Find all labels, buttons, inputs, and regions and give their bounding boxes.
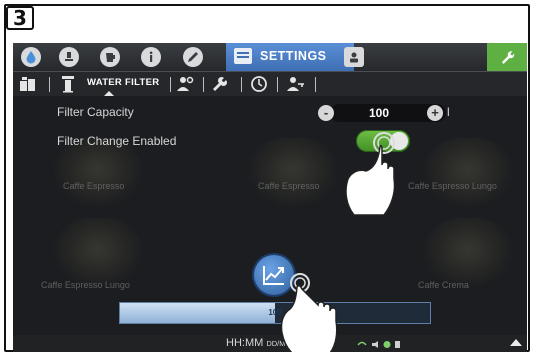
filter-capacity-label: Filter Capacity	[57, 105, 134, 119]
status-icons	[357, 341, 400, 348]
hand-pointer-icon	[345, 132, 396, 216]
bg-beverage-tile	[248, 138, 338, 208]
tab-water-filter[interactable]: WATER FILTER	[87, 77, 159, 88]
user-settings-icon[interactable]	[176, 75, 194, 93]
filter-capacity-value: 100	[369, 106, 390, 120]
containers-icon[interactable]	[19, 75, 37, 93]
bg-beverage-label: Caffe Espresso	[63, 181, 125, 191]
bg-beverage-label: Caffe Espresso Lungo	[41, 280, 130, 290]
bg-beverage-label: Caffe Espresso	[258, 181, 320, 191]
wifi-icon	[357, 341, 367, 346]
filter-capacity-unit: l	[447, 105, 450, 119]
bg-beverage-label: Caffe Espresso Lungo	[408, 181, 497, 191]
status-ok-icon	[383, 341, 391, 348]
water-drop-icon[interactable]	[21, 47, 41, 67]
speaker-icon	[372, 341, 378, 348]
status-bar: HH:MM DD/MM/Y	[13, 335, 527, 352]
active-tab-pointer	[104, 91, 114, 96]
coffee-cup-icon[interactable]	[59, 47, 79, 67]
eject-icon[interactable]	[510, 339, 522, 346]
separator	[203, 77, 204, 92]
machine-screen: Caffe Espresso Caffe Espresso Caffe Espr…	[13, 43, 527, 352]
clock-icon[interactable]	[250, 75, 268, 93]
edit-pencil-icon[interactable]	[183, 47, 203, 67]
hand-pointer-icon	[280, 273, 338, 352]
bg-beverage-tile	[423, 138, 513, 208]
separator	[170, 77, 171, 92]
separator	[241, 77, 242, 92]
wrench-icon[interactable]	[211, 75, 229, 93]
user-key-icon[interactable]	[287, 75, 305, 93]
user-badge-icon[interactable]	[344, 47, 364, 67]
battery-icon	[395, 341, 400, 348]
bg-beverage-tile	[53, 138, 143, 208]
pitcher-icon[interactable]	[100, 47, 120, 67]
top-navigation-bar: SETTINGS	[13, 43, 527, 72]
separator	[315, 77, 316, 92]
step-number: 3	[6, 6, 34, 30]
clock-time: HH:MM	[226, 337, 264, 349]
settings-list-icon	[234, 48, 252, 64]
filter-progress-bar: 100	[119, 302, 431, 324]
wrench-button[interactable]	[487, 43, 527, 71]
filter-change-enabled-label: Filter Change Enabled	[57, 134, 177, 148]
bg-beverage-tile	[53, 218, 143, 288]
tab-settings[interactable]: SETTINGS	[226, 43, 354, 71]
increase-button[interactable]: +	[427, 105, 443, 121]
wrench-icon	[502, 51, 515, 64]
filter-icon[interactable]	[59, 75, 77, 93]
info-icon[interactable]	[141, 47, 161, 67]
settings-sub-navigation: WATER FILTER	[13, 72, 527, 96]
separator	[49, 77, 50, 92]
decrease-button[interactable]: -	[318, 105, 334, 121]
bg-beverage-label: Caffe Crema	[418, 280, 469, 290]
separator	[277, 77, 278, 92]
bg-beverage-tile	[423, 218, 513, 288]
progress-value-text: 100	[268, 308, 282, 317]
tab-settings-label: SETTINGS	[260, 49, 327, 63]
